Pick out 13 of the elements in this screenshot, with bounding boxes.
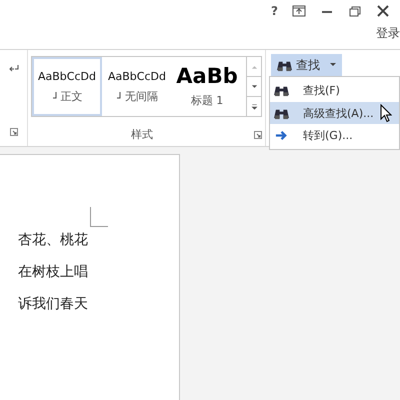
- text-line: 诉我们春天: [18, 295, 88, 314]
- menu-item[interactable]: 查找(F): [270, 79, 399, 102]
- style-option[interactable]: AaBbCcDd 无间隔: [102, 57, 172, 116]
- help-button[interactable]: ?: [271, 4, 278, 18]
- style-option[interactable]: AaBbCcDd 正文: [32, 57, 102, 116]
- menu-item[interactable]: 转到(G)...: [270, 124, 399, 148]
- menu-item[interactable]: 高级查找(A)...: [270, 102, 399, 124]
- style-option[interactable]: AaBb 标题 1: [172, 57, 242, 116]
- text-line: 杏花、桃花: [18, 231, 88, 250]
- text-line: 在树枝上唱: [18, 263, 88, 282]
- find-button[interactable]: 查找: [271, 54, 342, 76]
- sign-in-link[interactable]: 登录: [376, 25, 400, 42]
- group-label: 样式: [131, 127, 153, 142]
